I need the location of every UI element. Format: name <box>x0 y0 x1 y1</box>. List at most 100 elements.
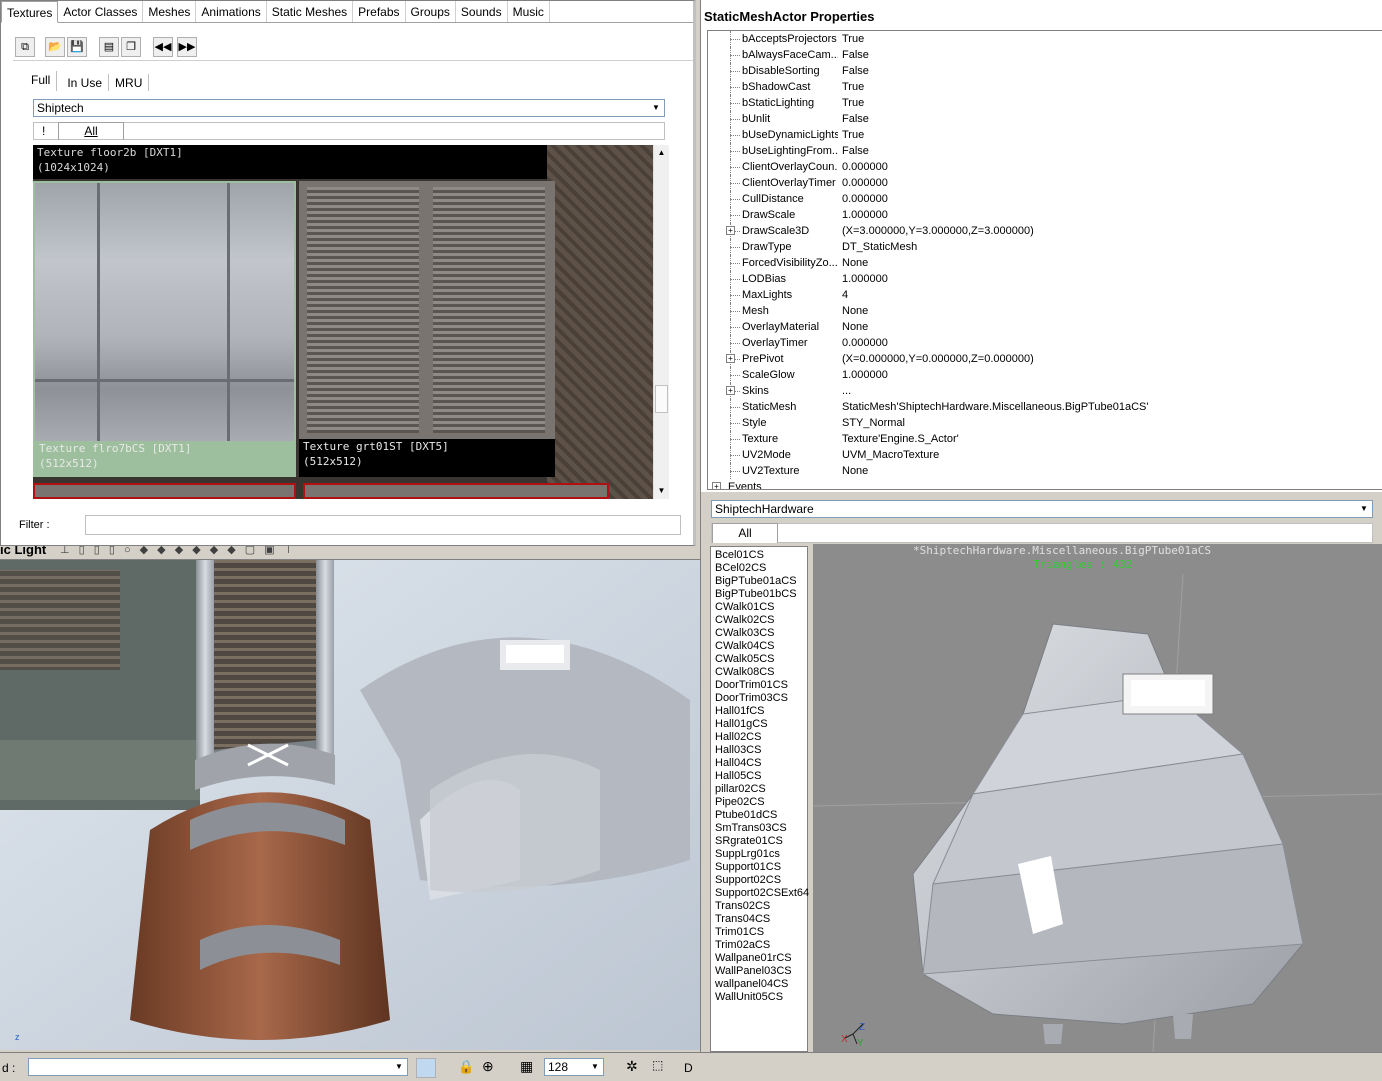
list-item[interactable]: Ptube01dCS <box>711 809 807 822</box>
open-folder-icon[interactable]: 📂 <box>45 37 65 57</box>
list-item[interactable]: WallPanel03CS <box>711 965 807 978</box>
property-value[interactable]: 0.000000 <box>842 191 888 207</box>
property-value[interactable]: True <box>842 79 864 95</box>
property-row[interactable]: MaxLights 4 <box>708 287 1382 303</box>
group-tab-bang[interactable]: ! <box>42 124 45 138</box>
property-value[interactable]: 0.000000 <box>842 335 888 351</box>
property-row[interactable]: + DrawScale3D (X=3.000000,Y=3.000000,Z=3.0… <box>708 223 1382 239</box>
list-item[interactable]: Hall03CS <box>711 744 807 757</box>
property-value[interactable]: True <box>842 31 864 47</box>
list-item[interactable]: CWalk05CS <box>711 653 807 666</box>
property-row[interactable]: ClientOverlayTimer 0.000000 <box>708 175 1382 191</box>
tab-groups[interactable]: Groups <box>406 1 456 22</box>
property-value[interactable]: 0.000000 <box>842 159 888 175</box>
texture-tile-next-2[interactable] <box>303 483 609 499</box>
list-item[interactable]: BigPTube01bCS <box>711 588 807 601</box>
expand-icon[interactable]: + <box>726 226 735 235</box>
tab-meshes[interactable]: Meshes <box>143 1 197 22</box>
view-tab-in-use[interactable]: In Use <box>61 74 110 91</box>
rotate-snap-icon[interactable]: ✲ <box>626 1058 638 1075</box>
tab-actor-classes[interactable]: Actor Classes <box>58 1 144 22</box>
property-value[interactable]: 1.000000 <box>842 367 888 383</box>
list-item[interactable]: Trans04CS <box>711 913 807 926</box>
list-item[interactable]: BigPTube01aCS <box>711 575 807 588</box>
property-row[interactable]: Mesh None <box>708 303 1382 319</box>
property-value[interactable]: False <box>842 111 869 127</box>
view-tab-full[interactable]: Full <box>25 71 58 91</box>
list-item[interactable]: CWalk04CS <box>711 640 807 653</box>
list-item[interactable]: Trim02aCS <box>711 939 807 952</box>
list-item[interactable]: Pipe02CS <box>711 796 807 809</box>
list-item[interactable]: SuppLrg01cs <box>711 848 807 861</box>
property-value[interactable]: False <box>842 47 869 63</box>
property-value[interactable]: None <box>842 463 868 479</box>
crosshair-icon[interactable]: ⊕ <box>482 1058 494 1075</box>
property-value[interactable]: DT_StaticMesh <box>842 239 917 255</box>
property-value[interactable]: 0.000000 <box>842 175 888 191</box>
view-tab-mru[interactable]: MRU <box>109 74 150 91</box>
lock-icon[interactable]: 🔒 <box>458 1059 474 1075</box>
property-value[interactable]: 4 <box>842 287 848 303</box>
property-value[interactable]: False <box>842 63 869 79</box>
property-row[interactable]: bStaticLighting True <box>708 95 1382 111</box>
property-row[interactable]: + PrePivot (X=0.000000,Y=0.000000,Z=0.0000… <box>708 351 1382 367</box>
list-item[interactable]: Trim01CS <box>711 926 807 939</box>
property-row[interactable]: UV2Mode UVM_MacroTexture <box>708 447 1382 463</box>
property-row[interactable]: bAlwaysFaceCam... False <box>708 47 1382 63</box>
previous-icon[interactable]: ◀◀ <box>153 37 173 57</box>
list-item[interactable]: Hall04CS <box>711 757 807 770</box>
tab-prefabs[interactable]: Prefabs <box>353 1 406 22</box>
list-item[interactable]: Hall01gCS <box>711 718 807 731</box>
list-item[interactable]: SRgrate01CS <box>711 835 807 848</box>
tab-static-meshes[interactable]: Static Meshes <box>267 1 354 22</box>
property-row[interactable]: bUseLightingFrom... False <box>708 143 1382 159</box>
property-row[interactable]: DrawScale 1.000000 <box>708 207 1382 223</box>
texture-tile-next-1[interactable] <box>33 483 296 499</box>
property-row[interactable]: bAcceptsProjectors True <box>708 31 1382 47</box>
list-item[interactable]: Hall05CS <box>711 770 807 783</box>
property-value[interactable]: (X=3.000000,Y=3.000000,Z=3.000000) <box>842 223 1034 239</box>
property-value[interactable]: (X=0.000000,Y=0.000000,Z=0.000000) <box>842 351 1034 367</box>
property-value[interactable]: UVM_MacroTexture <box>842 447 939 463</box>
property-row[interactable]: CullDistance 0.000000 <box>708 191 1382 207</box>
next-icon[interactable]: ▶▶ <box>177 37 197 57</box>
property-value[interactable]: None <box>842 255 868 271</box>
tab-animations[interactable]: Animations <box>196 1 267 22</box>
expand-icon[interactable]: + <box>726 354 735 363</box>
expand-icon[interactable]: + <box>726 386 735 395</box>
list-item[interactable]: Support02CS <box>711 874 807 887</box>
texture-tile-flro7bCS[interactable]: Texture flro7bCS [DXT1] (512x512) <box>33 181 296 477</box>
list-item[interactable]: Support01CS <box>711 861 807 874</box>
property-row[interactable]: DrawType DT_StaticMesh <box>708 239 1382 255</box>
tab-textures[interactable]: Textures <box>1 1 59 23</box>
list-item[interactable]: CWalk01CS <box>711 601 807 614</box>
property-row[interactable]: OverlayTimer 0.000000 <box>708 335 1382 351</box>
grid-size-combo[interactable]: 128 ▼ <box>544 1058 604 1076</box>
property-value[interactable]: STY_Normal <box>842 415 905 431</box>
list-item[interactable]: CWalk02CS <box>711 614 807 627</box>
property-row[interactable]: bUseDynamicLights True <box>708 127 1382 143</box>
property-row[interactable]: StaticMesh StaticMesh'ShiptechHardware.Mi… <box>708 399 1382 415</box>
property-row[interactable]: OverlayMaterial None <box>708 319 1382 335</box>
property-row[interactable]: ScaleGlow 1.000000 <box>708 367 1382 383</box>
list-item[interactable]: Trans02CS <box>711 900 807 913</box>
property-value[interactable]: StaticMesh'ShiptechHardware.Miscellaneou… <box>842 399 1148 415</box>
property-value[interactable]: ... <box>842 383 851 399</box>
properties-list[interactable]: bAcceptsProjectors True bAlwaysFaceCam... F… <box>707 30 1382 490</box>
list-item[interactable]: DoorTrim03CS <box>711 692 807 705</box>
list-item[interactable]: BCel02CS <box>711 562 807 575</box>
list-item[interactable]: pillar02CS <box>711 783 807 796</box>
mesh-group-tab-all[interactable]: All <box>712 523 778 543</box>
property-row[interactable]: bUnlit False <box>708 111 1382 127</box>
list-item[interactable]: SmTrans03CS <box>711 822 807 835</box>
list-item[interactable]: CWalk08CS <box>711 666 807 679</box>
expand-icon[interactable]: + <box>712 482 721 489</box>
perspective-viewport[interactable]: ic Light ⊥ ▯ ▯ ▯ ○ ◆ ◆ ◆ ◆ ◆ ◆ ▢ ▣ ⊤ z <box>0 540 700 1050</box>
list-item[interactable]: Bcel01CS <box>711 549 807 562</box>
import-icon[interactable]: ⧉ <box>15 37 35 57</box>
texture-tile-floor2b[interactable]: Texture floor2b [DXT1] (1024x1024) <box>33 145 547 179</box>
texture-grid[interactable]: Texture floor2b [DXT1] (1024x1024) Textu… <box>33 145 653 499</box>
list-item[interactable]: Support02CSExt64 <box>711 887 809 900</box>
property-row[interactable]: Texture Texture'Engine.S_Actor' <box>708 431 1382 447</box>
property-row[interactable]: bShadowCast True <box>708 79 1382 95</box>
